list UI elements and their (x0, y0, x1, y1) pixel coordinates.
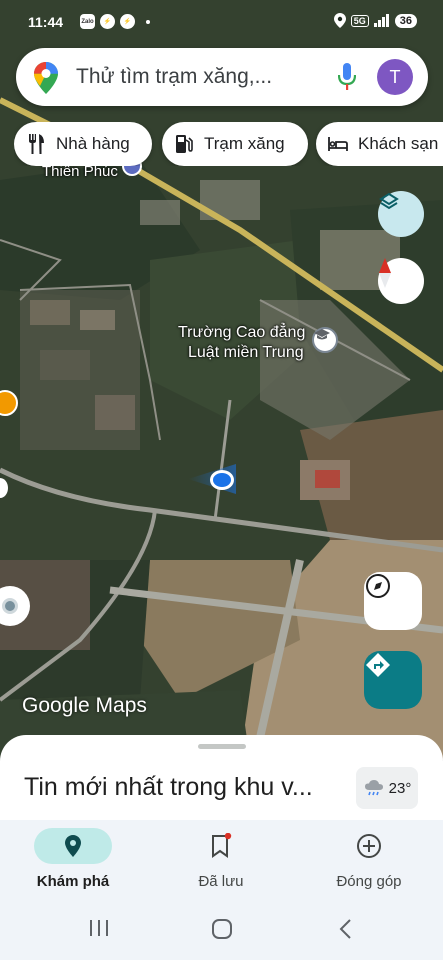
signal-icon (373, 14, 389, 27)
my-location-dot (210, 470, 234, 490)
explore-pin-icon (65, 835, 81, 857)
messenger-icon: ⚡ (100, 14, 115, 29)
layers-button[interactable] (378, 191, 424, 237)
nav-contribute[interactable]: Đóng góp (309, 820, 429, 898)
search-input[interactable]: Thử tìm trạm xăng,... (76, 65, 272, 89)
back-icon[interactable] (338, 918, 352, 940)
bookmark-icon (212, 833, 232, 858)
chip-hotels[interactable]: Khách sạn (316, 122, 443, 166)
google-maps-pin-icon (34, 62, 58, 94)
zalo-icon: Zalo (80, 14, 95, 29)
compass-button[interactable] (378, 258, 424, 304)
navigation-arrow-icon (366, 574, 390, 598)
chip-label: Nhà hàng (56, 134, 130, 153)
nav-explore-indicator (34, 828, 112, 864)
weather-temperature: 23° (388, 779, 412, 797)
messenger-icon: ⚡ (120, 14, 135, 29)
nav-saved[interactable]: Đã lưu (161, 820, 281, 898)
recent-apps-icon[interactable] (88, 918, 110, 938)
notification-dot-icon (146, 20, 150, 24)
chip-restaurants[interactable]: Nhà hàng (14, 122, 152, 166)
nav-label: Đã lưu (198, 873, 244, 890)
nav-contribute-indicator (330, 828, 408, 864)
google-maps-watermark: Google Maps (22, 694, 147, 717)
microphone-icon[interactable] (338, 63, 356, 91)
chip-gas-stations[interactable]: Trạm xăng (162, 122, 308, 166)
weather-chip[interactable]: 23° (356, 767, 418, 809)
nav-label: Đóng góp (336, 873, 402, 890)
add-circle-icon (357, 834, 381, 858)
status-system-icons: 5G 36 (333, 13, 417, 28)
search-bar[interactable]: Thử tìm trạm xăng,... T (16, 48, 428, 106)
cloudy-rain-icon (364, 780, 383, 796)
restaurant-icon (26, 134, 46, 154)
nav-explore[interactable]: Khám phá (13, 820, 133, 898)
status-notification-icons: Zalo ⚡ ⚡ (80, 14, 150, 29)
gas-station-icon (174, 134, 194, 154)
status-time: 11:44 (28, 14, 64, 30)
network-type: 5G (350, 14, 369, 27)
bottom-navigation: Khám phá Đã lưu Đóng góp (0, 820, 443, 898)
latest-news-title[interactable]: Tin mới nhất trong khu v... (24, 773, 344, 802)
home-icon[interactable] (211, 918, 233, 940)
school-marker-icon[interactable] (312, 327, 338, 353)
sheet-drag-handle[interactable] (198, 744, 246, 749)
status-bar: 11:44 Zalo ⚡ ⚡ 5G 36 (0, 0, 443, 46)
location-icon (333, 13, 346, 28)
my-location-button[interactable] (364, 572, 422, 630)
nav-label: Khám phá (36, 873, 110, 890)
satellite-map[interactable]: Thiên Phúc Trường Cao đẳng Luật miền Tru… (0, 0, 443, 760)
chip-label: Khách sạn (358, 134, 439, 153)
battery-level: 36 (394, 13, 417, 28)
hotel-icon (328, 134, 348, 154)
directions-button[interactable] (364, 651, 422, 709)
map-label-college-line2[interactable]: Luật miền Trung (188, 344, 304, 362)
directions-icon (366, 653, 390, 677)
category-chips: Nhà hàng Trạm xăng Khách sạn (14, 122, 443, 166)
chip-label: Trạm xăng (204, 134, 285, 153)
account-avatar[interactable]: T (377, 59, 413, 95)
map-label-college-line1[interactable]: Trường Cao đẳng (178, 324, 305, 342)
layers-icon (379, 192, 399, 210)
compass-needle-icon (379, 258, 391, 288)
nav-saved-indicator (182, 828, 260, 864)
map-imagery (0, 0, 443, 760)
system-navigation-bar (0, 898, 443, 960)
